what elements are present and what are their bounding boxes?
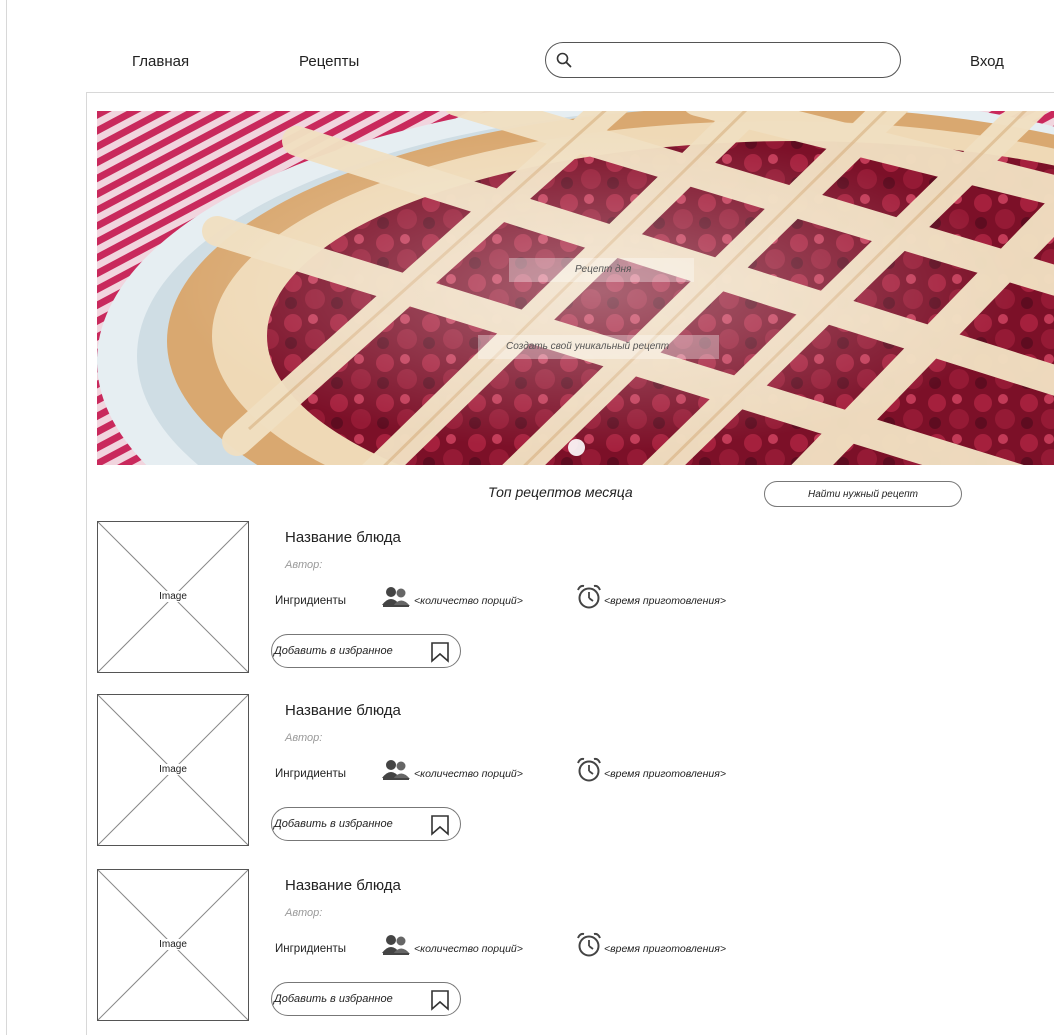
nav-link-home[interactable]: Главная: [132, 53, 189, 70]
alarm-clock-icon: [575, 583, 602, 610]
servings-count: <количество порций>: [414, 943, 523, 955]
servings-count: <количество порций>: [414, 595, 523, 607]
image-label: Image: [153, 764, 193, 775]
ingredients-label: Ингридиенты: [275, 768, 347, 780]
find-recipe-button[interactable]: Найти нужный рецепт: [764, 481, 962, 507]
page-left-border: [6, 0, 7, 1035]
bookmark-icon: [430, 814, 450, 836]
add-to-favorites-button[interactable]: Добавить в избранное: [271, 807, 461, 841]
people-icon: [381, 933, 411, 957]
bookmark-icon: [430, 641, 450, 663]
login-link[interactable]: Вход: [970, 53, 1004, 70]
author-label: Автор:: [285, 907, 323, 919]
hero-pie-photo: [97, 111, 1054, 465]
hero-caption-create-recipe[interactable]: Создать свой уникальный рецепт: [478, 335, 719, 359]
bookmark-icon: [430, 989, 450, 1011]
ingredients-label: Ингридиенты: [275, 943, 347, 955]
hero-caption-recipe-of-day[interactable]: Рецепт дня: [509, 258, 694, 282]
add-to-favorites-button[interactable]: Добавить в избранное: [271, 634, 461, 668]
search-input[interactable]: [578, 49, 882, 73]
search-bar[interactable]: [545, 42, 901, 78]
cook-time: <время приготовления>: [604, 595, 726, 607]
dish-name[interactable]: Название блюда: [285, 702, 401, 719]
recipe-card: Image Название блюда Автор: Ингридиенты …: [97, 694, 797, 848]
recipe-image-placeholder[interactable]: Image: [97, 694, 249, 846]
favorite-label: Добавить в избранное: [274, 818, 393, 830]
carousel-dot[interactable]: [568, 439, 585, 456]
add-to-favorites-button[interactable]: Добавить в избранное: [271, 982, 461, 1016]
section-title: Топ рецептов месяца: [488, 484, 633, 500]
recipe-card: Image Название блюда Автор: Ингридиенты …: [97, 521, 797, 675]
favorite-label: Добавить в избранное: [274, 993, 393, 1005]
image-label: Image: [153, 591, 193, 602]
servings-count: <количество порций>: [414, 768, 523, 780]
cook-time: <время приготовления>: [604, 943, 726, 955]
search-icon: [555, 51, 573, 69]
recipe-card: Image Название блюда Автор: Ингридиенты …: [97, 869, 797, 1023]
alarm-clock-icon: [575, 756, 602, 783]
people-icon: [381, 758, 411, 782]
ingredients-label: Ингридиенты: [275, 595, 347, 607]
cook-time: <время приготовления>: [604, 768, 726, 780]
author-label: Автор:: [285, 732, 323, 744]
hero-banner[interactable]: Рецепт дня Создать свой уникальный рецеп…: [97, 111, 1054, 465]
people-icon: [381, 585, 411, 609]
dish-name[interactable]: Название блюда: [285, 877, 401, 894]
recipe-image-placeholder[interactable]: Image: [97, 521, 249, 673]
favorite-label: Добавить в избранное: [274, 645, 393, 657]
alarm-clock-icon: [575, 931, 602, 958]
nav-link-recipes[interactable]: Рецепты: [299, 53, 359, 70]
image-label: Image: [153, 939, 193, 950]
recipe-image-placeholder[interactable]: Image: [97, 869, 249, 1021]
dish-name[interactable]: Название блюда: [285, 529, 401, 546]
author-label: Автор:: [285, 559, 323, 571]
